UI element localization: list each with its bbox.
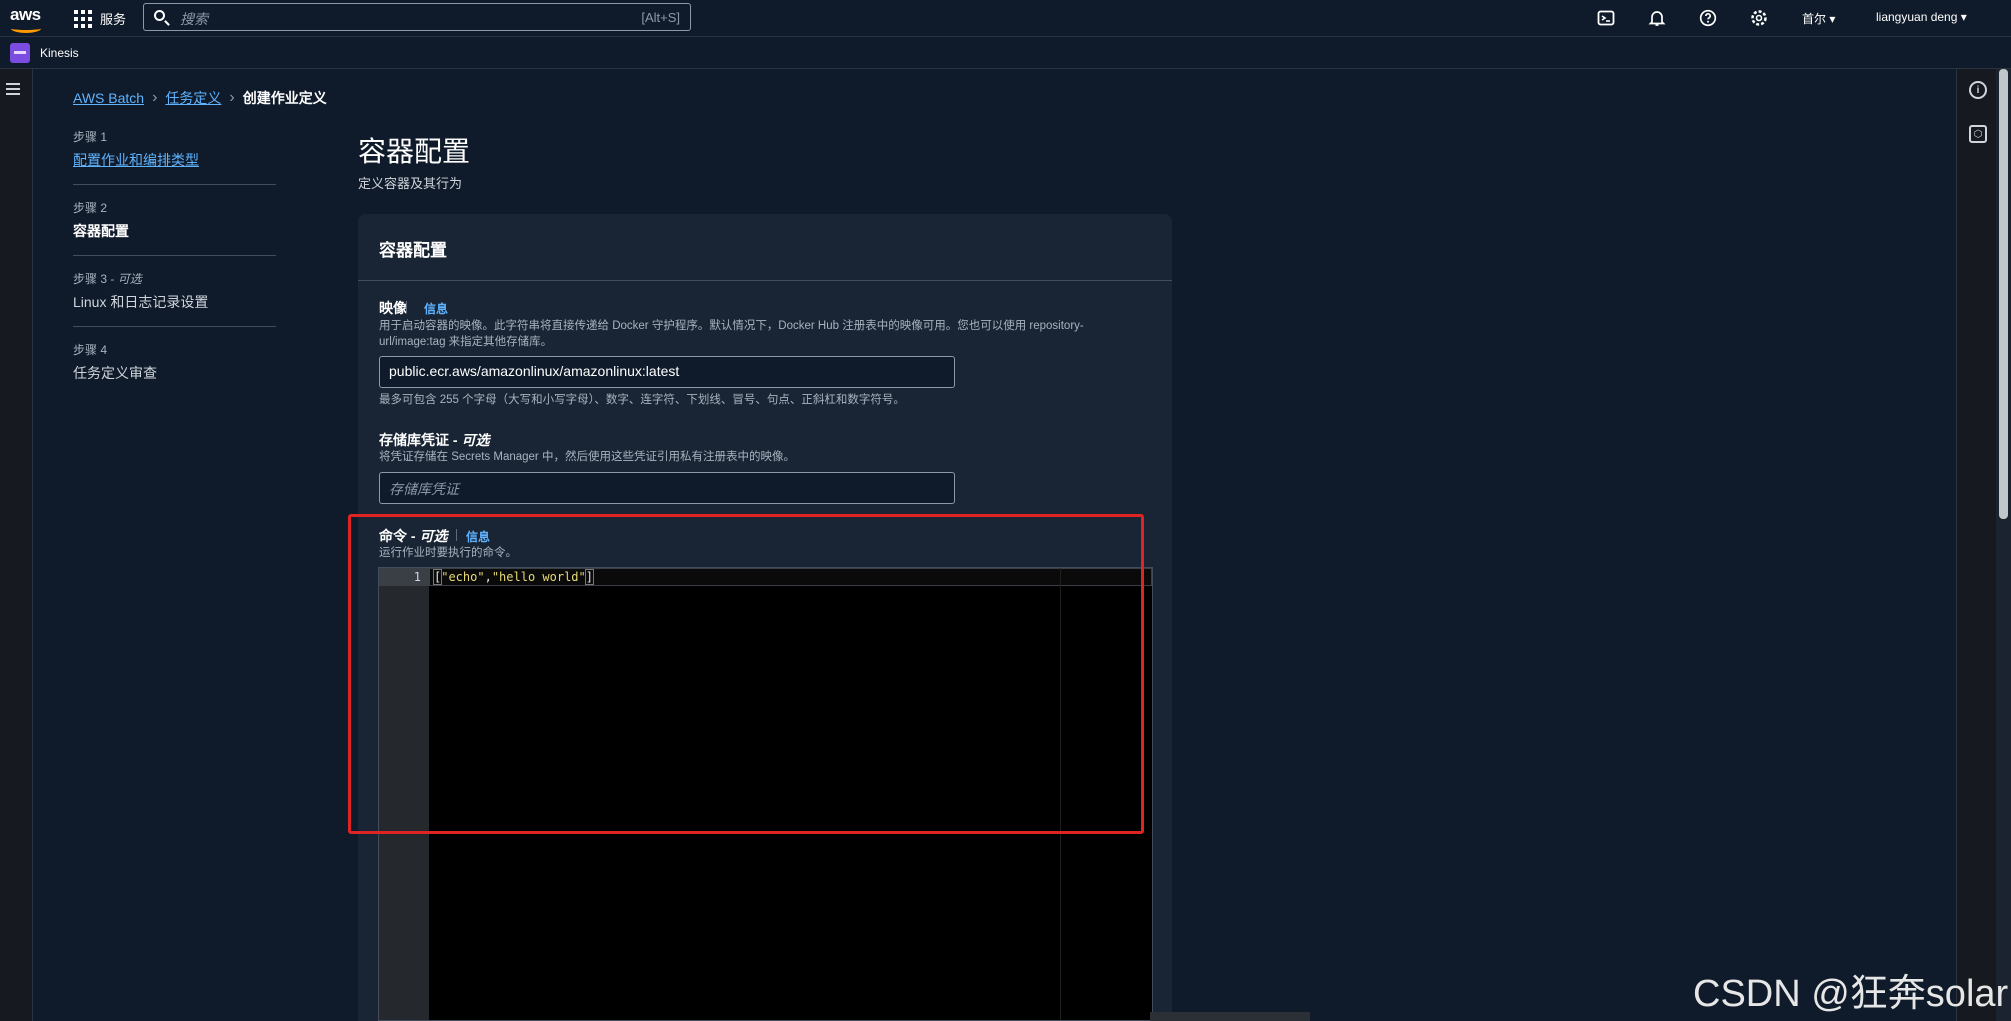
settings-icon[interactable]	[1749, 8, 1769, 28]
service-shortcut-bar: Kinesis	[0, 37, 2011, 69]
kinesis-icon	[10, 43, 30, 63]
image-label: 映像	[379, 300, 407, 316]
bottom-overlay	[1150, 1012, 1310, 1021]
bell-icon[interactable]	[1647, 8, 1667, 28]
step-label: 步骤 4	[73, 343, 108, 357]
step-1: 步骤 1 配置作业和编排类型	[73, 128, 276, 185]
chevron-right-icon: ›	[229, 89, 235, 106]
panel-header	[358, 214, 1172, 281]
scrollbar-thumb[interactable]	[1999, 69, 2008, 519]
help-icon[interactable]	[1698, 8, 1718, 28]
step-label: 步骤 3 - 可选	[73, 272, 142, 286]
kinesis-shortcut[interactable]: Kinesis	[40, 46, 79, 60]
chevron-right-icon: ›	[152, 89, 158, 106]
step-3: 步骤 3 - 可选 Linux 和日志记录设置	[73, 270, 276, 327]
wizard-steps: 步骤 1 配置作业和编排类型 步骤 2 容器配置 步骤 3 - 可选 Linux…	[73, 128, 276, 411]
aws-logo[interactable]: aws	[10, 5, 41, 33]
image-description: 用于启动容器的映像。此字符串将直接传递给 Docker 守护程序。默认情况下，D…	[379, 320, 1084, 348]
menu-icon[interactable]	[6, 83, 20, 98]
image-info-link[interactable]: 信息	[424, 300, 448, 317]
aws-logo-text: aws	[10, 5, 41, 24]
step-2: 步骤 2 容器配置	[73, 199, 276, 256]
search-placeholder: 搜索	[180, 11, 208, 27]
watermark: CSDN @狂奔solar	[1693, 973, 2009, 1015]
right-rail: i ⬡	[1956, 69, 1997, 1021]
credentials-label: 存储库凭证 - 可选	[379, 432, 490, 448]
region-selector[interactable]: 首尔 ▾	[1802, 10, 1835, 27]
search-shortcut: [Alt+S]	[641, 10, 680, 25]
step-4: 步骤 4 任务定义审查	[73, 341, 276, 397]
aws-smile-icon	[11, 24, 41, 33]
step-current: 容器配置	[73, 223, 129, 239]
top-navigation: aws 服务 搜索 [Alt+S] 首尔 ▾ liangyuan deng ▾	[0, 0, 2011, 37]
page-title: 容器配置	[358, 136, 471, 167]
image-constraint: 最多可包含 255 个字母（大写和小写字母）、数字、连字符、下划线、冒号、句点、…	[379, 394, 905, 406]
breadcrumb: AWS Batch › 任务定义 › 创建作业定义	[73, 88, 327, 108]
hexagon-icon[interactable]: ⬡	[1969, 125, 1987, 143]
step-title: 任务定义审查	[73, 365, 157, 381]
cloudshell-icon[interactable]	[1596, 8, 1616, 28]
step-link[interactable]: 配置作业和编排类型	[73, 150, 276, 170]
step-label: 步骤 1	[73, 130, 108, 144]
search-icon	[154, 10, 165, 21]
page-description: 定义容器及其行为	[358, 176, 463, 191]
step-title: Linux 和日志记录设置	[73, 294, 209, 310]
search-input[interactable]: 搜索 [Alt+S]	[143, 3, 691, 31]
left-rail	[0, 69, 33, 1021]
info-panel-icon[interactable]: i	[1969, 81, 1987, 99]
user-menu[interactable]: liangyuan deng ▾	[1876, 10, 1967, 24]
annotation-highlight-box	[348, 514, 1144, 834]
panel-title: 容器配置	[379, 241, 447, 260]
breadcrumb-aws-batch[interactable]: AWS Batch	[73, 90, 144, 106]
grid-icon	[74, 9, 92, 28]
services-label: 服务	[100, 12, 127, 27]
breadcrumb-job-definitions[interactable]: 任务定义	[165, 88, 221, 108]
page-scrollbar[interactable]	[1996, 69, 2011, 1021]
credentials-input[interactable]: 存储库凭证	[379, 472, 955, 504]
step-label: 步骤 2	[73, 201, 108, 215]
credentials-description: 将凭证存储在 Secrets Manager 中，然后使用这些凭证引用私有注册表…	[379, 451, 795, 463]
divider	[406, 301, 407, 313]
breadcrumb-current: 创建作业定义	[242, 90, 327, 106]
image-input[interactable]: public.ecr.aws/amazonlinux/amazonlinux:l…	[379, 356, 955, 388]
services-menu-button[interactable]: 服务	[74, 9, 126, 28]
